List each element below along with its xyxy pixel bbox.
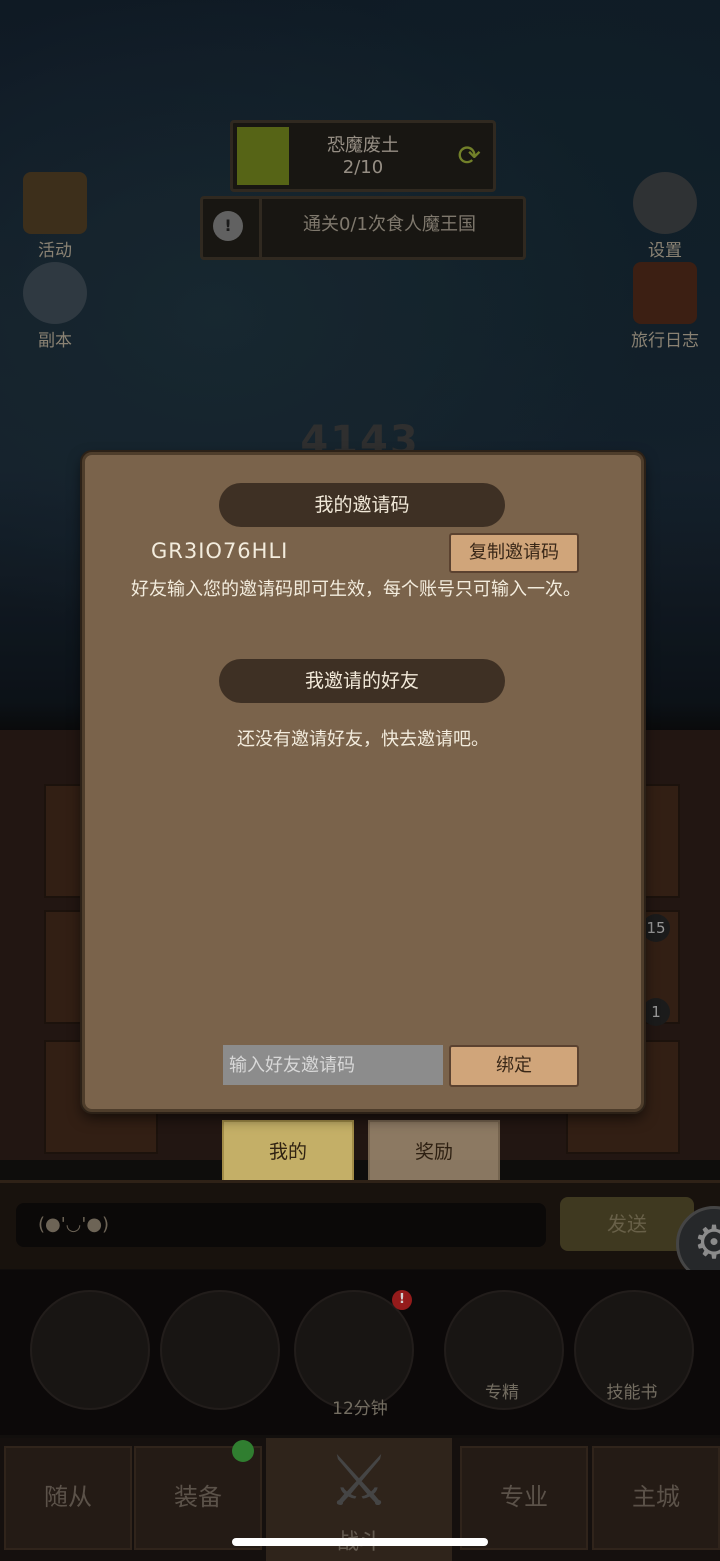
chat-bar: (●'◡'●) 发送	[0, 1180, 720, 1269]
count-badge: 15	[642, 914, 670, 942]
home-indicator	[232, 1538, 488, 1546]
my-invited-friends-title: 我邀请的好友	[219, 659, 505, 703]
settings-label: 设置	[648, 241, 682, 261]
activity-button[interactable]: 活动	[10, 172, 100, 261]
journal-button[interactable]: 旅行日志	[618, 262, 712, 351]
send-button[interactable]: 发送	[560, 1197, 694, 1251]
empty-friends-message: 还没有邀请好友，快去邀请吧。	[237, 729, 489, 750]
dungeon-label: 副本	[38, 331, 72, 351]
chest-timer: 12分钟	[332, 1399, 388, 1419]
copy-code-button[interactable]: 复制邀请码	[449, 533, 579, 573]
stage-name: 恐魔废土	[327, 135, 399, 156]
journal-label: 旅行日志	[631, 331, 699, 351]
invite-popup: 我的邀请码 GR3IO76HLI 复制邀请码 好友输入您的邀请码即可生效，每个账…	[82, 452, 644, 1112]
nav-profession[interactable]: 专业	[460, 1446, 588, 1550]
tab-reward[interactable]: 奖励	[368, 1120, 500, 1184]
portal-icon	[23, 262, 87, 324]
gear-icon	[633, 172, 697, 234]
stage-progress-panel[interactable]: 恐魔废土 2/10 ⟳	[230, 120, 496, 192]
refresh-icon[interactable]: ⟳	[458, 139, 481, 172]
potion-button[interactable]	[30, 1290, 150, 1410]
tab-mine[interactable]: 我的	[222, 1120, 354, 1184]
scroll-icon	[23, 172, 87, 234]
invite-hint: 好友输入您的邀请码即可生效，每个账号只可输入一次。	[131, 579, 581, 600]
activity-label: 活动	[38, 241, 72, 261]
alert-icon: !	[392, 1290, 412, 1310]
crossed-swords-icon: ⚔	[327, 1440, 391, 1522]
my-invite-code-title: 我的邀请码	[219, 483, 505, 527]
friend-code-input[interactable]	[223, 1045, 443, 1085]
notification-dot	[232, 1440, 254, 1462]
invite-code-value: GR3IO76HLI	[151, 539, 289, 563]
game-screen: 恐魔废土 2/10 ⟳ ! 通关0/1次食人魔王国 活动 副本 设置 旅行日志 …	[0, 0, 720, 1561]
bind-button[interactable]: 绑定	[449, 1045, 579, 1087]
quest-text: 通关0/1次食人魔王国	[259, 199, 517, 257]
stage-count: 2/10	[342, 157, 384, 178]
chat-input[interactable]: (●'◡'●)	[16, 1203, 546, 1247]
book-icon	[633, 262, 697, 324]
dungeon-button[interactable]: 副本	[10, 262, 100, 351]
nav-main-city[interactable]: 主城	[592, 1446, 720, 1550]
nav-followers[interactable]: 随从	[4, 1446, 132, 1550]
alert-icon: !	[213, 211, 243, 241]
settings-button[interactable]: 设置	[620, 172, 710, 261]
quest-panel[interactable]: ! 通关0/1次食人魔王国	[200, 196, 526, 260]
count-badge: 1	[642, 998, 670, 1026]
skill-book-label: 技能书	[606, 1383, 658, 1403]
mastery-label: 专精	[485, 1383, 519, 1403]
bread-button[interactable]	[160, 1290, 280, 1410]
